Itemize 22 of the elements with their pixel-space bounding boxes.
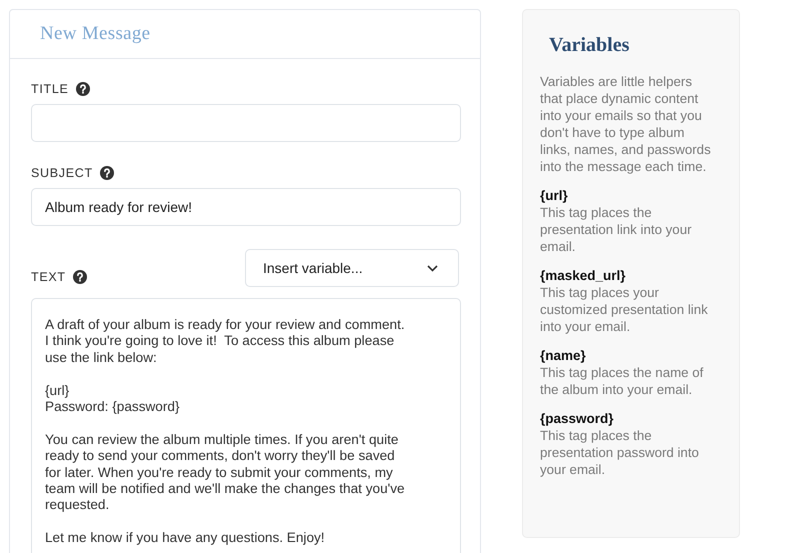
chevron-down-icon [427, 264, 438, 272]
panel-title: Variables [549, 34, 630, 57]
form-title: New Message [40, 23, 150, 45]
input-field[interactable] [31, 104, 461, 142]
variable-tag: {password} [540, 410, 717, 427]
variable-tag: {masked_url} [540, 267, 717, 284]
help-icon[interactable] [100, 166, 114, 180]
input-field[interactable]: Album ready for review! [31, 188, 461, 226]
help-icon[interactable] [72, 270, 87, 284]
field-label: TEXT [31, 270, 66, 284]
intro-text: Variables are little helpers that place dynamic content into your emails so that you don't have to type album links, names, and passwords into the message each time. [540, 73, 712, 175]
variable-tag: {url} [540, 187, 717, 204]
variable-tag: {name} [540, 347, 717, 364]
variable-description: This tag places the presentation link into your email. [540, 204, 693, 255]
field-label: SUBJECT [31, 166, 93, 180]
variable-description: This tag places the name of the album into your email. [540, 364, 704, 398]
variable-dropdown[interactable]: Insert variable... [245, 249, 459, 287]
field-label: TITLE [31, 82, 69, 96]
variable-description: This tag places your customized presentation link into your email. [540, 284, 709, 335]
message-field[interactable]: A draft of your album is ready for your review and comment. I think you're going to love it! To access this album please use the link below: {url} Password: {password} You can review the album multiple times. If you aren't quite ready to send your comments, don't worry they'll be saved for later. When you're ready to submit your comments, my team will be notified and we'll make the changes that you've requested. Let me know if you have any questions. Enjoy! [31, 298, 461, 553]
variable-description: This tag places the presentation password into your email. [540, 427, 700, 478]
help-icon[interactable] [76, 82, 90, 96]
